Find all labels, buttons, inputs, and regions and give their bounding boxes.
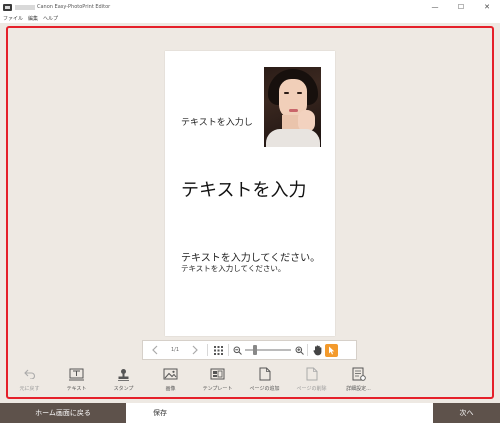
delete-page-label: ページの削除 (296, 386, 327, 392)
image-tool-button[interactable]: 画像 (149, 364, 192, 397)
stamp-tool-button[interactable]: スタンプ (102, 364, 145, 397)
menu-edit[interactable]: 編集 (28, 15, 38, 22)
maximize-button[interactable]: ☐ (448, 0, 474, 14)
save-button[interactable]: 保存 (140, 403, 180, 423)
template-tool-button[interactable]: テンプレート (196, 364, 239, 397)
back-to-home-button[interactable]: ホーム画面に戻る (0, 403, 126, 423)
app-icon (3, 3, 12, 11)
template-tool-label: テンプレート (202, 386, 233, 392)
text-icon (69, 367, 85, 381)
text-tool-label: テキスト (66, 386, 87, 392)
stamp-tool-label: スタンプ (113, 386, 134, 392)
advanced-settings-label: 詳細設定... (346, 386, 371, 392)
tool-strip: 元に戻す テキスト スタンプ 画像 テンプレート ページの追加 ページの削除 詳… (8, 364, 492, 397)
grid-icon[interactable] (211, 345, 225, 355)
image-icon (163, 367, 179, 381)
next-button[interactable]: 次へ (433, 403, 500, 423)
undo-icon (22, 367, 38, 381)
photo-shirt (266, 129, 320, 147)
chevron-right-icon[interactable] (186, 345, 204, 355)
add-page-icon (257, 367, 273, 381)
window-title: Canon Easy-PhotoPrint Editor (37, 4, 111, 10)
zoom-slider-knob[interactable] (253, 345, 257, 355)
text-box-caption[interactable]: テキストを入力してください。 (181, 263, 285, 274)
page-toolbar: 1/1 (142, 340, 357, 360)
photo-image[interactable] (264, 67, 321, 147)
text-tool-button[interactable]: テキスト (55, 364, 98, 397)
toolbar-divider (207, 344, 208, 356)
toolbar-divider (307, 344, 308, 356)
menu-help[interactable]: ヘルプ (43, 15, 58, 22)
toolbar-divider (228, 344, 229, 356)
zoom-in-icon[interactable] (294, 346, 304, 355)
delete-page-icon (304, 367, 320, 381)
title-bar: Canon Easy-PhotoPrint Editor — ☐ ✕ (0, 0, 500, 14)
title-redacted-block (15, 4, 35, 10)
page-canvas[interactable]: テキストを入力し テキストを入力 テキストを入力してください。 テキストを入力し… (165, 51, 335, 336)
template-icon (210, 367, 226, 381)
footer-bar: ホーム画面に戻る 保存 次へ (0, 403, 500, 423)
menu-file[interactable]: ファイル (3, 15, 23, 22)
add-page-button[interactable]: ページの追加 (243, 364, 286, 397)
page-count: 1/1 (170, 347, 180, 353)
stamp-icon (116, 367, 132, 381)
zoom-slider[interactable] (245, 345, 291, 355)
hand-icon[interactable] (311, 344, 325, 356)
minimize-button[interactable]: — (422, 0, 448, 14)
advanced-settings-button[interactable]: 詳細設定... (337, 364, 380, 397)
delete-page-button[interactable]: ページの削除 (290, 364, 333, 397)
window-controls: — ☐ ✕ (422, 0, 500, 14)
add-page-label: ページの追加 (249, 386, 280, 392)
photo-eye-right (297, 92, 302, 94)
undo-label: 元に戻す (19, 386, 40, 392)
text-box-body[interactable]: テキストを入力してください。 (181, 249, 320, 264)
photo-eye-left (284, 92, 289, 94)
editor-workspace: テキストを入力し テキストを入力 テキストを入力してください。 テキストを入力し… (0, 23, 500, 403)
menu-bar: ファイル 編集 ヘルプ (0, 14, 500, 23)
advanced-settings-icon (351, 367, 367, 381)
pointer-icon[interactable] (325, 343, 338, 357)
image-tool-label: 画像 (165, 386, 176, 392)
zoom-out-icon[interactable] (232, 346, 242, 355)
undo-button[interactable]: 元に戻す (8, 364, 51, 397)
photo-lips (289, 109, 298, 112)
close-button[interactable]: ✕ (474, 0, 500, 14)
text-box-small[interactable]: テキストを入力し (181, 115, 253, 128)
chevron-left-icon[interactable] (146, 345, 164, 355)
text-box-title[interactable]: テキストを入力 (181, 176, 306, 202)
